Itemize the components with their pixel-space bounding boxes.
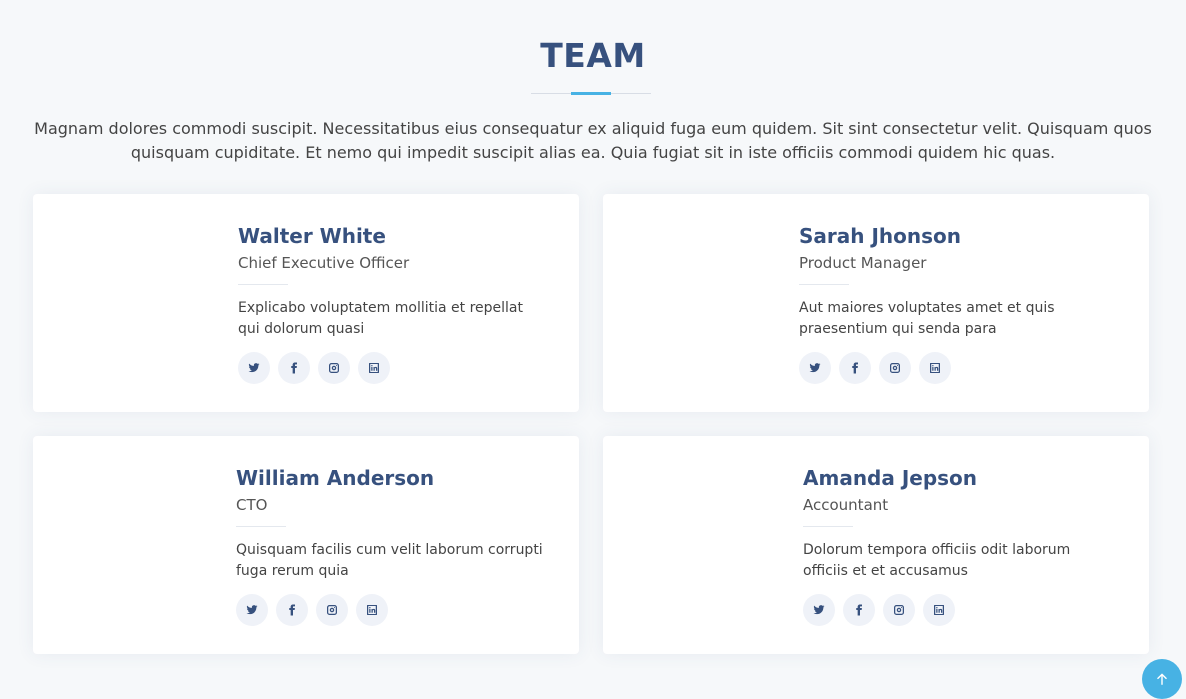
instagram-link[interactable] xyxy=(318,352,350,384)
linkedin-link[interactable] xyxy=(919,352,951,384)
instagram-link[interactable] xyxy=(883,594,915,626)
instagram-link[interactable] xyxy=(316,594,348,626)
facebook-icon xyxy=(289,604,295,616)
facebook-icon xyxy=(856,604,862,616)
member-photo xyxy=(627,460,787,630)
member-description: Explicabo voluptatem mollitia et repella… xyxy=(238,300,523,337)
linkedin-link[interactable] xyxy=(923,594,955,626)
twitter-link[interactable] xyxy=(236,594,268,626)
linkedin-icon xyxy=(930,363,940,373)
linkedin-link[interactable] xyxy=(356,594,388,626)
member-role: Accountant xyxy=(803,496,889,514)
team-card: Amanda Jepson Accountant Dolorum tempora… xyxy=(603,436,1149,654)
facebook-link[interactable] xyxy=(839,352,871,384)
linkedin-icon xyxy=(369,363,379,373)
team-card: Walter White Chief Executive Officer Exp… xyxy=(33,194,579,412)
instagram-icon xyxy=(329,363,339,373)
member-name: William Anderson xyxy=(236,466,435,490)
member-photo xyxy=(57,218,217,388)
member-role: Chief Executive Officer xyxy=(238,254,410,272)
section-intro: Magnam dolores commodi suscipit. Necessi… xyxy=(34,119,1152,162)
member-separator xyxy=(799,284,849,285)
member-description: Quisquam facilis cum velit laborum corru… xyxy=(236,542,543,579)
member-description: Aut maiores voluptates amet et quis prae… xyxy=(799,300,1055,337)
arrow-up-icon xyxy=(1157,673,1167,685)
back-to-top-button[interactable] xyxy=(1142,659,1182,699)
twitter-link[interactable] xyxy=(238,352,270,384)
linkedin-link[interactable] xyxy=(358,352,390,384)
instagram-icon xyxy=(890,363,900,373)
social-links xyxy=(236,594,546,626)
facebook-link[interactable] xyxy=(843,594,875,626)
title-divider-accent xyxy=(571,92,611,95)
linkedin-icon xyxy=(367,605,377,615)
instagram-icon xyxy=(894,605,904,615)
member-role: CTO xyxy=(236,496,268,514)
section-title: TEAM xyxy=(540,36,646,75)
member-separator xyxy=(803,526,853,527)
facebook-icon xyxy=(291,362,297,374)
member-name: Walter White xyxy=(238,224,386,248)
member-photo xyxy=(627,218,787,388)
social-links xyxy=(803,594,1113,626)
twitter-link[interactable] xyxy=(799,352,831,384)
twitter-icon xyxy=(246,605,258,615)
member-name: Sarah Jhonson xyxy=(799,224,962,248)
team-card: Sarah Jhonson Product Manager Aut maiore… xyxy=(603,194,1149,412)
social-links xyxy=(238,352,548,384)
instagram-link[interactable] xyxy=(879,352,911,384)
facebook-icon xyxy=(852,362,858,374)
twitter-icon xyxy=(809,363,821,373)
facebook-link[interactable] xyxy=(276,594,308,626)
member-role: Product Manager xyxy=(799,254,927,272)
linkedin-icon xyxy=(934,605,944,615)
twitter-icon xyxy=(813,605,825,615)
twitter-link[interactable] xyxy=(803,594,835,626)
member-description: Dolorum tempora officiis odit laborum of… xyxy=(803,542,1071,579)
team-card: William Anderson CTO Quisquam facilis cu… xyxy=(33,436,579,654)
member-separator xyxy=(238,284,288,285)
instagram-icon xyxy=(327,605,337,615)
social-links xyxy=(799,352,1109,384)
member-name: Amanda Jepson xyxy=(803,466,978,490)
member-photo xyxy=(57,460,217,630)
twitter-icon xyxy=(248,363,260,373)
facebook-link[interactable] xyxy=(278,352,310,384)
member-separator xyxy=(236,526,286,527)
